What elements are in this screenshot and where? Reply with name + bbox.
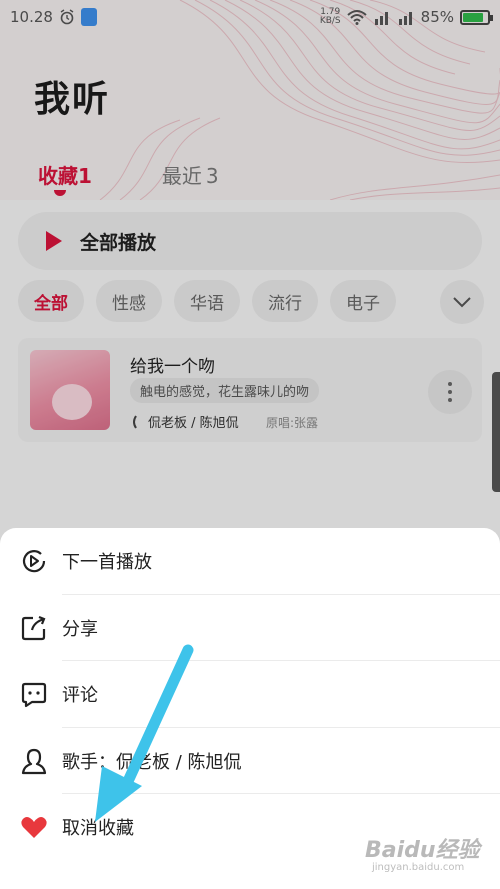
artist-icon [18, 745, 50, 777]
sheet-item-artist[interactable]: 歌手：侃老板 / 陈旭侃 [0, 728, 500, 794]
sheet-item-play-next[interactable]: 下一首播放 [0, 528, 500, 595]
sheet-item-label: 下一首播放 [62, 552, 152, 574]
sheet-item-label: 分享 [62, 618, 98, 640]
comment-icon [18, 678, 50, 710]
sheet-item-label: 评论 [62, 685, 98, 707]
watermark-logo: Baidu经验 [365, 838, 480, 863]
sheet-item-share[interactable]: 分享 [0, 595, 500, 661]
sheet-item-label: 歌手：侃老板 / 陈旭侃 [62, 751, 242, 773]
sheet-item-label: 取消收藏 [62, 818, 134, 840]
sheet-item-comment[interactable]: 评论 [0, 661, 500, 728]
heart-icon [18, 811, 50, 843]
play-next-icon [18, 545, 50, 577]
watermark-url: jingyan.baidu.com [372, 862, 465, 873]
share-icon [18, 612, 50, 644]
